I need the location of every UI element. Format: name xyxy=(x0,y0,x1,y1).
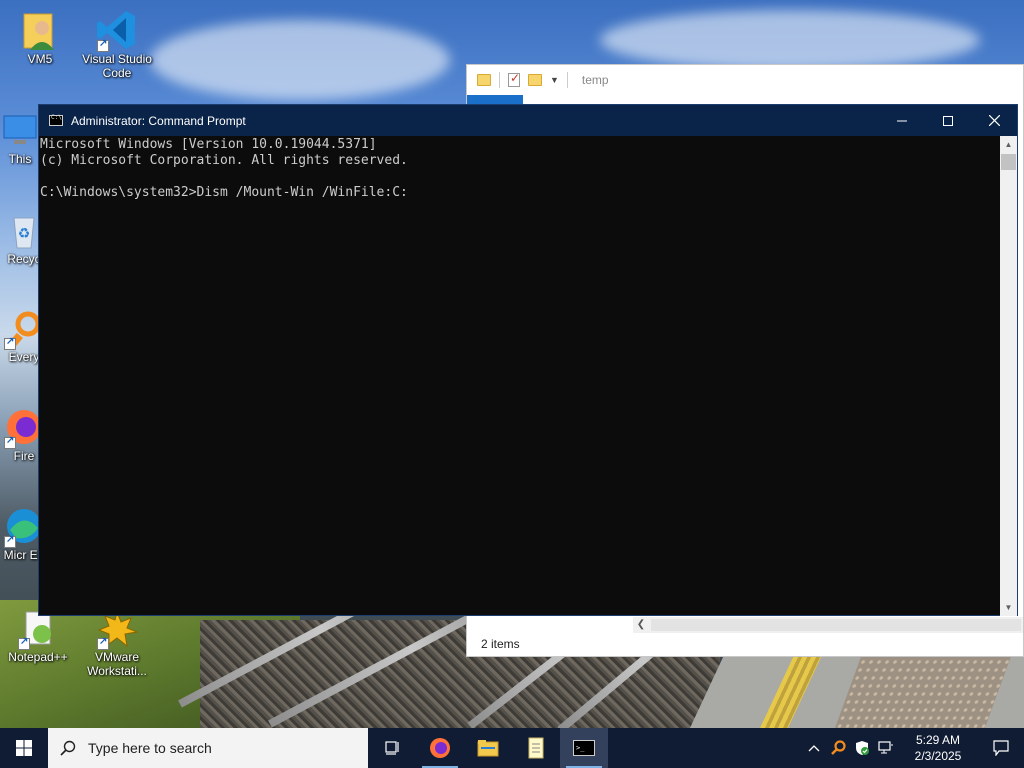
clock-date: 2/3/2025 xyxy=(914,749,962,763)
vscode-icon xyxy=(95,8,139,52)
explorer-title: temp xyxy=(581,73,609,87)
task-view-icon xyxy=(385,741,399,755)
shortcut-arrow-icon xyxy=(18,636,30,650)
desktop-icon-label: Visual Studio Code xyxy=(82,52,152,80)
taskbar-file-explorer[interactable] xyxy=(464,728,512,768)
cmd-vertical-scrollbar[interactable]: ▲ ▼ xyxy=(1000,136,1017,616)
wallpaper-cloud xyxy=(150,20,450,100)
everything-tray-icon[interactable] xyxy=(826,728,850,768)
svg-text:♻: ♻ xyxy=(18,225,31,241)
task-view-button[interactable] xyxy=(368,728,416,768)
windows-logo-icon xyxy=(16,740,32,756)
desktop-icon-vscode[interactable]: Visual Studio Code xyxy=(79,8,155,80)
system-tray: 5:29 AM 2/3/2025 xyxy=(802,728,1024,768)
scroll-thumb[interactable] xyxy=(1001,154,1016,170)
folder-icon xyxy=(477,74,491,86)
console-line: Microsoft Windows [Version 10.0.19044.53… xyxy=(40,137,377,152)
notepad-icon xyxy=(528,737,544,759)
separator xyxy=(566,72,568,88)
shortcut-arrow-icon xyxy=(97,636,109,650)
scroll-left-icon[interactable]: ❮ xyxy=(633,617,649,633)
action-center-button[interactable] xyxy=(978,728,1024,768)
explorer-horizontal-scrollbar[interactable]: ❮ xyxy=(633,617,1023,633)
new-folder-icon[interactable] xyxy=(528,74,542,86)
taskbar-search-box[interactable]: Type here to search xyxy=(48,728,368,768)
taskbar-firefox[interactable] xyxy=(416,728,464,768)
close-button[interactable] xyxy=(971,105,1017,136)
quick-access-toolbar: ▼ temp xyxy=(467,65,1023,95)
customize-toolbar-chevron-icon[interactable]: ▼ xyxy=(550,75,559,85)
desktop-icon-vmware[interactable]: VMware Workstati... xyxy=(79,606,155,678)
separator xyxy=(499,72,500,88)
close-icon xyxy=(988,115,1000,126)
notification-icon xyxy=(993,740,1009,756)
command-prompt-icon: >_ xyxy=(573,740,595,756)
wallpaper-tactile-paving xyxy=(835,650,1014,728)
firefox-icon xyxy=(430,738,450,758)
scroll-up-icon[interactable]: ▲ xyxy=(1000,136,1017,153)
console-prompt-line[interactable]: C:\Windows\system32>Dism /Mount-Win /Win… xyxy=(40,185,1000,201)
wallpaper-cloud xyxy=(600,10,980,70)
cmd-window-title: Administrator: Command Prompt xyxy=(71,113,246,128)
maximize-icon xyxy=(943,115,953,126)
scroll-thumb[interactable] xyxy=(651,619,1021,631)
maximize-button[interactable] xyxy=(925,105,971,136)
taskbar-command-prompt[interactable]: >_ xyxy=(560,728,608,768)
clock-time: 5:29 AM xyxy=(915,733,961,747)
explorer-status-item-count: 2 items xyxy=(481,637,520,651)
taskbar-notepad[interactable] xyxy=(512,728,560,768)
user-folder-icon xyxy=(18,8,62,52)
desktop-icon-label: VMware Workstati... xyxy=(87,650,147,678)
computer-icon xyxy=(0,108,42,152)
shortcut-arrow-icon xyxy=(97,38,109,52)
command-prompt-window[interactable]: Administrator: Command Prompt Microsoft … xyxy=(38,104,1018,616)
desktop-icon-vm5[interactable]: VM5 xyxy=(2,8,78,66)
search-placeholder: Type here to search xyxy=(88,740,212,756)
cmd-app-icon xyxy=(49,114,63,126)
svg-text:>_: >_ xyxy=(576,744,585,752)
shortcut-arrow-icon xyxy=(4,336,16,350)
cmd-title-bar[interactable]: Administrator: Command Prompt xyxy=(39,105,1017,136)
minimize-icon xyxy=(897,120,907,121)
file-explorer-icon xyxy=(477,740,499,757)
taskbar: Type here to search >_ 5:29 AM 2/3/2025 xyxy=(0,728,1024,768)
console-line: ​ xyxy=(40,169,1000,185)
shortcut-arrow-icon xyxy=(4,435,16,449)
properties-icon[interactable] xyxy=(508,71,520,87)
console-output[interactable]: Microsoft Windows [Version 10.0.19044.53… xyxy=(39,136,1000,616)
scroll-down-icon[interactable]: ▼ xyxy=(1000,599,1017,616)
console-line: (c) Microsoft Corporation. All rights re… xyxy=(40,153,408,168)
clock[interactable]: 5:29 AM 2/3/2025 xyxy=(898,732,978,764)
minimize-button[interactable] xyxy=(879,105,925,136)
shortcut-arrow-icon xyxy=(4,534,16,548)
network-icon[interactable] xyxy=(874,728,898,768)
desktop-icon-label: VM5 xyxy=(27,52,53,66)
start-button[interactable] xyxy=(0,728,48,768)
search-icon xyxy=(48,740,88,756)
show-hidden-icons-chevron-icon[interactable] xyxy=(802,728,826,768)
security-shield-icon[interactable] xyxy=(850,728,874,768)
desktop-icon-label: Notepad++ xyxy=(8,650,68,664)
